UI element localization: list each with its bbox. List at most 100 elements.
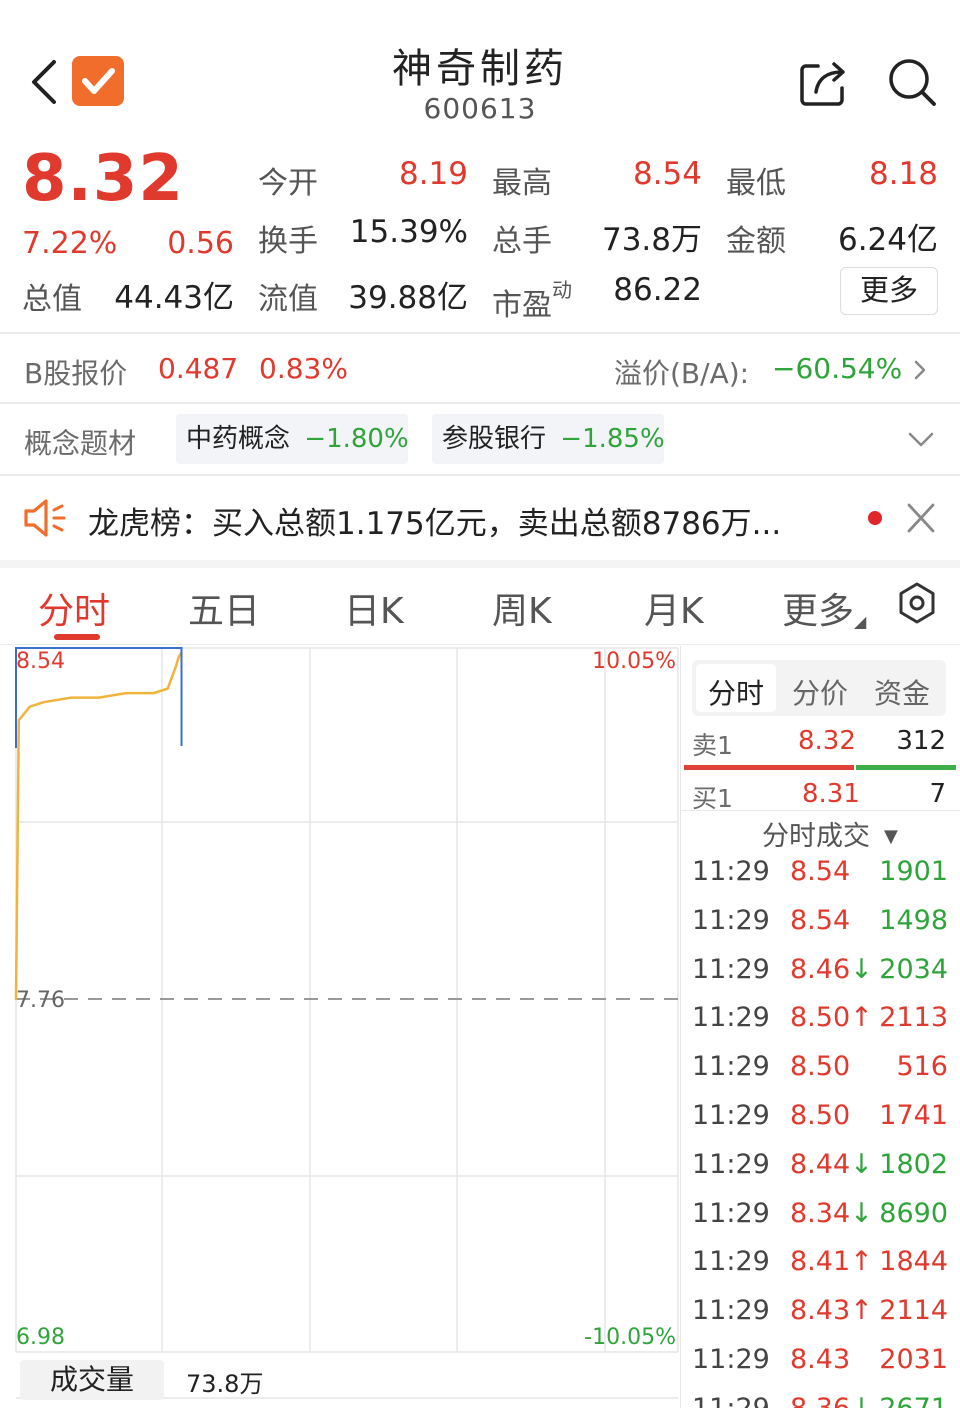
amount-label: 金额 <box>726 224 786 259</box>
trade-time: 11:29 <box>692 1051 770 1082</box>
float-cap-label: 流值 <box>258 282 318 317</box>
divider <box>0 402 960 404</box>
tab-orderbook-intraday[interactable]: 分时 <box>708 672 764 712</box>
trade-row: 11:29 8.41↑ 1844 <box>684 1246 954 1290</box>
divider <box>0 560 960 568</box>
tab-monthly-k[interactable]: 月K <box>644 582 704 634</box>
trade-time: 11:29 <box>692 1246 770 1277</box>
tab-weekly-k[interactable]: 周K <box>492 582 552 634</box>
concepts-label: 概念题材 <box>24 427 137 460</box>
premium-label: 溢价(B/A): <box>614 357 750 390</box>
volume-value: 73.8万 <box>601 222 702 258</box>
unread-dot <box>868 511 882 525</box>
search-button[interactable] <box>886 56 938 108</box>
trade-row: 11:29 8.50 1741 <box>684 1100 954 1144</box>
concept-tag-name: 参股银行 <box>442 424 547 454</box>
concept-tag-name: 中药概念 <box>186 424 291 454</box>
share-button[interactable] <box>798 56 850 108</box>
buy-sell-ratio-bar-buy <box>856 765 956 770</box>
trade-volume: 2671 <box>848 1393 948 1408</box>
tab-orderbook-funds[interactable]: 资金 <box>874 672 930 712</box>
settings-hexagon-icon <box>899 582 935 624</box>
trade-volume: 1802 <box>879 1149 948 1180</box>
trade-time: 11:29 <box>692 1149 770 1180</box>
market-cap-value: 44.43亿 <box>114 280 234 316</box>
change-percent: 7.22% <box>22 226 118 261</box>
trade-volume: 2114 <box>879 1295 948 1326</box>
trade-price: 8.54 <box>790 905 851 936</box>
y-axis-high-label: 8.54 <box>16 649 65 674</box>
concept-tag[interactable]: 参股银行 −1.85% <box>432 414 665 464</box>
trade-volume: 1901 <box>879 856 948 887</box>
trade-volume: 2031 <box>879 1344 948 1375</box>
trades-title-dropdown[interactable]: 分时成交 ▼ <box>762 814 898 853</box>
y-axis-mid-label: 7.76 <box>16 988 65 1013</box>
open-label: 今开 <box>258 166 318 201</box>
float-cap-value: 39.88亿 <box>348 280 468 316</box>
buy1-volume: 7 <box>929 779 946 809</box>
speaker-icon <box>24 499 66 537</box>
sell1-label: 卖1 <box>692 731 733 760</box>
open-value: 8.19 <box>398 156 468 192</box>
expand-concepts-button[interactable] <box>904 424 938 454</box>
close-notice-button[interactable] <box>904 500 938 536</box>
volume-total: 73.8万 <box>186 1370 264 1398</box>
pe-label: 市盈动 <box>492 278 572 323</box>
trade-volume: 8690 <box>879 1198 948 1229</box>
tab-intraday[interactable]: 分时 <box>38 582 110 634</box>
trade-price: 8.50 <box>790 1100 851 1131</box>
market-cap-label: 总值 <box>22 282 82 317</box>
share-icon <box>800 62 845 106</box>
trade-row: 11:29 8.43 2031 <box>684 1344 954 1388</box>
tab-more[interactable]: 更多◢ <box>782 582 866 634</box>
trade-row: 11:29 8.54 1901 <box>684 856 954 900</box>
tab-five-day[interactable]: 五日 <box>188 582 260 634</box>
volume-tab[interactable]: 成交量 <box>20 1360 164 1400</box>
trade-volume: 1844 <box>879 1246 948 1277</box>
trade-volume: 2034 <box>879 954 948 985</box>
trade-row: 11:29 8.50↑ 2113 <box>684 1002 954 1046</box>
buy-sell-ratio-bar-sell <box>684 765 854 770</box>
premium-value: −60.54% <box>772 352 903 385</box>
chevron-down-icon <box>908 432 934 447</box>
trade-row: 11:29 8.50 516 <box>684 1051 954 1095</box>
trade-row: 11:29 8.44↓ 1802 <box>684 1149 954 1193</box>
trade-time: 11:29 <box>692 1295 770 1326</box>
concept-tag-pct: −1.85% <box>560 424 665 454</box>
tab-orderbook-price[interactable]: 分价 <box>792 672 848 712</box>
trade-volume: 2113 <box>879 1002 948 1033</box>
turnover-label: 换手 <box>258 224 318 259</box>
pe-dynamic-sup: 动 <box>552 278 572 302</box>
divider <box>680 810 960 811</box>
trade-time: 11:29 <box>692 1100 770 1131</box>
intraday-chart[interactable]: 8.54 7.76 6.98 10.05% -10.05% <box>0 646 680 1408</box>
trade-volume: 516 <box>896 1051 948 1082</box>
bshare-label: B股报价 <box>24 357 128 390</box>
trade-price: 8.43 <box>790 1344 851 1375</box>
trade-volume: 1741 <box>879 1100 948 1131</box>
price-line <box>14 651 183 1001</box>
divider <box>0 644 960 645</box>
low-value: 8.18 <box>868 156 938 192</box>
volume-label: 总手 <box>492 224 552 259</box>
pe-value: 86.22 <box>613 272 702 308</box>
trade-price: 8.54 <box>790 856 851 887</box>
trade-time: 11:29 <box>692 1002 770 1033</box>
chart-settings-button[interactable] <box>894 580 940 626</box>
tab-daily-k[interactable]: 日K <box>344 582 404 634</box>
trade-time: 11:29 <box>692 954 770 985</box>
orderbook-divider <box>680 646 681 1408</box>
bshare-price: 0.487 <box>158 352 239 385</box>
bshare-detail-button[interactable] <box>908 356 932 384</box>
trade-time: 11:29 <box>692 856 770 887</box>
trade-row: 11:29 8.54 1498 <box>684 905 954 949</box>
concept-tag[interactable]: 中药概念 −1.80% <box>176 414 409 464</box>
trade-time: 11:29 <box>692 1393 770 1408</box>
more-quote-button[interactable]: 更多 <box>840 267 938 315</box>
pct-low-label: -10.05% <box>584 1325 676 1350</box>
trade-volume: 1498 <box>879 905 948 936</box>
notice-bar[interactable]: 龙虎榜：买入总额1.175亿元，卖出总额8786万... <box>0 476 850 560</box>
high-label: 最高 <box>492 166 552 201</box>
caret-down-icon: ▼ <box>884 826 898 847</box>
dropdown-corner-icon: ◢ <box>854 612 867 631</box>
